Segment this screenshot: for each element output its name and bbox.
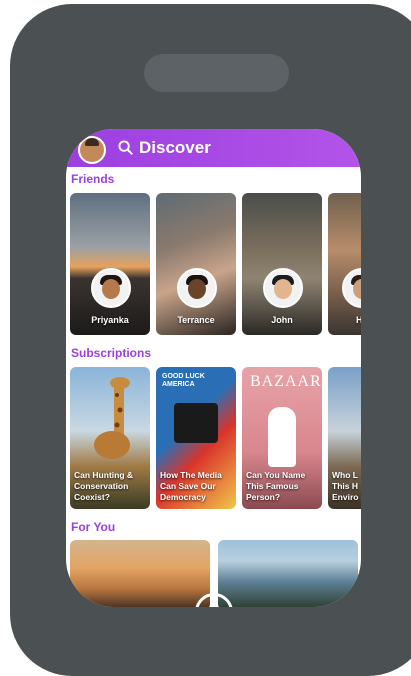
subscription-story-card[interactable]: Who L This H Enviro xyxy=(328,367,361,509)
friend-name: Priyanka xyxy=(91,315,129,325)
publisher-logo: GOOD LUCK AMERICA xyxy=(162,373,205,388)
friend-story-card[interactable]: Priyanka xyxy=(70,193,150,335)
for-you-heading: For You xyxy=(71,520,116,534)
subscription-story-card[interactable]: BAZAAR Can You Name This Famous Person? xyxy=(242,367,322,509)
subscriptions-heading: Subscriptions xyxy=(71,346,152,360)
profile-avatar[interactable] xyxy=(78,136,106,164)
subscription-title: Who L This H Enviro xyxy=(332,470,359,502)
friend-avatar xyxy=(91,268,131,308)
silhouette-illustration xyxy=(268,407,296,467)
subscription-story-card[interactable]: GOOD LUCK AMERICA How The Media Can Save… xyxy=(156,367,236,509)
friend-avatar xyxy=(342,268,361,308)
friend-name: H xyxy=(356,315,361,325)
friend-story-card[interactable]: H xyxy=(328,193,361,335)
tv-illustration xyxy=(174,403,218,443)
friend-name: John xyxy=(271,315,293,325)
discover-header: Discover xyxy=(66,129,361,167)
page-title: Discover xyxy=(139,138,211,157)
giraffe-illustration xyxy=(94,377,130,459)
subscription-title: How The Media Can Save Our Democracy xyxy=(160,470,222,502)
subscription-title: Can Hunting & Conservation Coexist? xyxy=(74,470,134,502)
subscription-story-card[interactable]: Can Hunting & Conservation Coexist? xyxy=(70,367,150,509)
discover-screen: Discover Friends Priyanka Terrance John … xyxy=(66,129,361,607)
friend-name: Terrance xyxy=(177,315,215,325)
friend-avatar xyxy=(177,268,217,308)
search-icon[interactable] xyxy=(118,140,133,155)
friend-avatar xyxy=(263,268,303,308)
friend-story-card[interactable]: John xyxy=(242,193,322,335)
for-you-card[interactable] xyxy=(218,540,358,607)
phone-speaker xyxy=(144,54,289,92)
for-you-card[interactable] xyxy=(70,540,210,607)
friends-heading: Friends xyxy=(71,172,115,186)
friend-story-card[interactable]: Terrance xyxy=(156,193,236,335)
publisher-logo: BAZAAR xyxy=(250,373,322,390)
subscription-title: Can You Name This Famous Person? xyxy=(246,470,306,502)
